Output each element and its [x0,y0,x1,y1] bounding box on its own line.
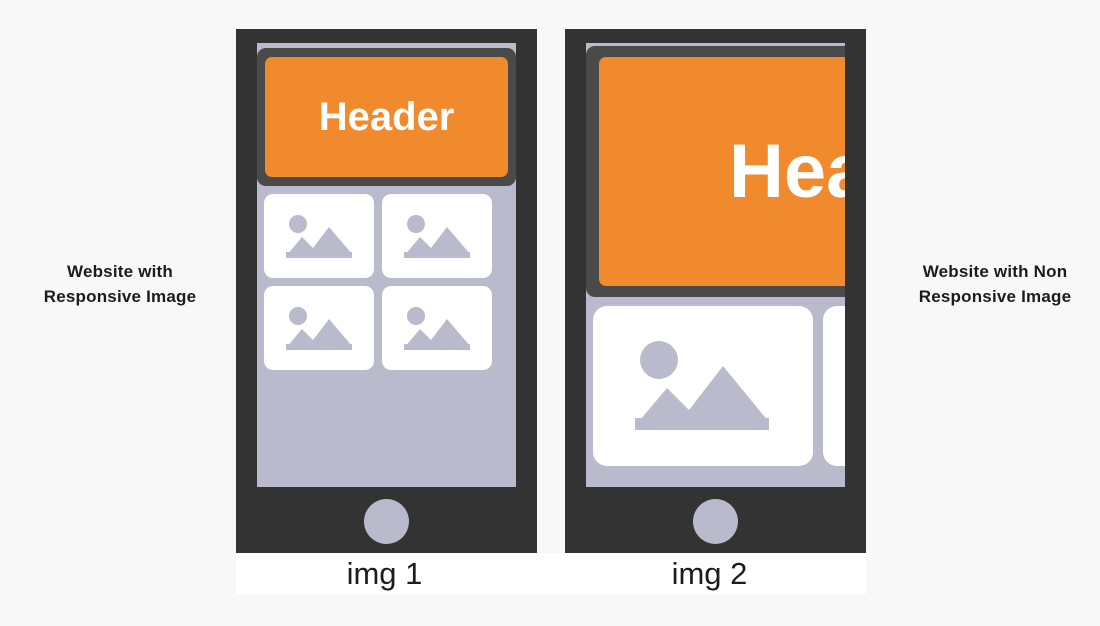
image-placeholder-icon [280,300,358,356]
annotation-non-responsive: Website with Non Responsive Image [918,262,1072,306]
image-placeholder-icon [398,208,476,264]
image-placeholder-icon [280,208,358,264]
image-placeholder-card [823,306,845,466]
image-placeholder-card [264,194,374,278]
phone-mockup-non-responsive: Header [565,29,866,553]
image-placeholder-card [382,194,492,278]
home-button[interactable] [693,499,738,544]
site-header-non-responsive: Header [599,57,845,286]
header-container-non-responsive: Header [586,46,845,297]
caption-strip: img 1 img 2 [236,553,866,594]
image-placeholder-card [382,286,492,370]
phones-comparison-stage: Header He img 1 img 2 [236,29,866,594]
phone-mockup-responsive: Header [236,29,537,553]
phone-screen-non-responsive: Header [586,43,845,487]
header-container-responsive: Header [257,48,516,186]
home-button[interactable] [364,499,409,544]
image-placeholder-card [264,286,374,370]
image-placeholder-card [593,306,813,466]
annotation-responsive: Website with Responsive Image [43,262,197,306]
image-grid-non-responsive [593,306,845,466]
image-placeholder-icon [398,300,476,356]
image-grid-responsive [264,194,516,370]
phone-screen-responsive: Header [257,43,516,487]
caption-img-2: img 2 [671,556,748,591]
site-header-responsive: Header [265,57,508,177]
image-placeholder-icon [623,328,783,444]
caption-img-1: img 1 [346,556,423,591]
